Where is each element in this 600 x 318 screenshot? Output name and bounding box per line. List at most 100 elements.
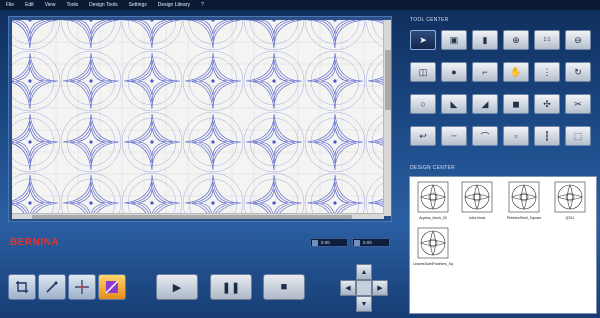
- expand-button[interactable]: ✣: [534, 94, 560, 114]
- design-preview-icon: [459, 179, 495, 215]
- crosshair-button[interactable]: [68, 274, 96, 300]
- play-button[interactable]: ▶: [156, 274, 198, 300]
- zoom-in-icon: ⊕: [512, 34, 520, 45]
- design-center-label: DESIGN CENTER: [410, 165, 456, 171]
- crop-button[interactable]: ⌐: [472, 62, 498, 82]
- design-canvas-frame: [8, 16, 392, 222]
- design-preview-icon: [415, 225, 451, 261]
- resize-icon: ◫: [418, 66, 428, 77]
- crop-icon: [16, 281, 28, 293]
- down-arrow-button[interactable]: ▼: [356, 296, 372, 312]
- design-thumbnail[interactable]: Aryana_block_03: [411, 179, 455, 225]
- brand-logo: BERNINA: [10, 237, 60, 248]
- width-value: 0.00: [321, 240, 330, 245]
- scissors-icon: ✂: [574, 98, 582, 109]
- design-center-panel: Aryana_block_03 Julia block PebblesShell_S…: [409, 176, 597, 314]
- menu-item[interactable]: Edit: [25, 2, 34, 8]
- tool-grid: ➤ ▣ ▮ ⊕ 1:1 ⊖ ◫ ● ⌐ ✋ ⋮ ↻ ○ ◣ ◢ ◼ ✣ ✂ ↩ ┄ ⌒ ▫ ┇ ⬚: [410, 30, 596, 155]
- point-button[interactable]: ●: [441, 62, 467, 82]
- zoom-1to1-icon: 1:1: [543, 37, 551, 43]
- design-preview-icon: [506, 179, 542, 215]
- circle-icon: ○: [420, 99, 426, 109]
- zoom-in-button[interactable]: ⊕: [503, 30, 529, 50]
- ruler-button[interactable]: ┇: [534, 126, 560, 146]
- design-thumbnail[interactable]: PebblesShell_Square: [502, 179, 546, 225]
- group-icon: ▫: [514, 131, 518, 141]
- path-button[interactable]: ⌒: [472, 126, 498, 146]
- color-icon: [105, 280, 119, 294]
- resize-button[interactable]: ◫: [410, 62, 436, 82]
- horizontal-scrollbar[interactable]: [12, 213, 384, 219]
- rotate-button[interactable]: ↻: [565, 62, 591, 82]
- tool-center-label: TOOL CENTER: [410, 17, 449, 23]
- design-thumbnail[interactable]: QS11: [548, 179, 592, 225]
- vertical-scrollbar[interactable]: [383, 20, 391, 216]
- zoom-out-icon: ⊖: [574, 34, 582, 45]
- up-arrow-button[interactable]: ▲: [356, 264, 372, 280]
- left-arrow-button[interactable]: ◀: [340, 280, 356, 296]
- ruler-icon: ┇: [544, 130, 550, 141]
- path-icon: ⌒: [480, 131, 490, 142]
- design-canvas[interactable]: [12, 20, 384, 216]
- hand-pan-icon: ✋: [510, 66, 522, 77]
- shape-icon: ▮: [482, 34, 488, 45]
- vertical-scroll-thumb[interactable]: [385, 50, 391, 110]
- undo-connect-icon: ↩: [419, 130, 427, 141]
- center-button[interactable]: [356, 280, 372, 296]
- design-preview-icon: [552, 179, 588, 215]
- width-readout: 0.00: [310, 238, 348, 247]
- menu-item[interactable]: ?: [201, 2, 204, 8]
- triangle-icon: ◢: [481, 98, 489, 109]
- crop-frame-button[interactable]: ⬚: [565, 126, 591, 146]
- color-button[interactable]: [98, 274, 126, 300]
- menu-item[interactable]: Tools: [66, 2, 78, 8]
- triangle-button[interactable]: ◢: [472, 94, 498, 114]
- design-name: Julia block: [468, 216, 486, 220]
- quilt-pattern: [12, 20, 384, 216]
- design-name: PebblesShell_Square: [506, 216, 542, 220]
- design-name: QS11: [565, 216, 575, 220]
- square-icon: ◼: [512, 98, 520, 109]
- node-edit-button[interactable]: ▣: [441, 30, 467, 50]
- rotate-icon: ↻: [574, 66, 582, 77]
- menu-item[interactable]: View: [45, 2, 56, 8]
- hand-pan-button[interactable]: ✋: [503, 62, 529, 82]
- crop-frame-icon: ⬚: [573, 130, 583, 141]
- design-thumbnail[interactable]: LeavesSwirlFeathers_Sq: [411, 225, 455, 271]
- pause-button[interactable]: ❚❚: [210, 274, 252, 300]
- height-icon: [354, 239, 360, 246]
- width-icon: [312, 239, 318, 246]
- stitch-line-button[interactable]: ┄: [441, 126, 467, 146]
- expand-icon: ✣: [543, 98, 551, 109]
- design-thumbnail[interactable]: Julia block: [455, 179, 499, 225]
- undo-connect-button[interactable]: ↩: [410, 126, 436, 146]
- group-button[interactable]: ▫: [503, 126, 529, 146]
- needle-button[interactable]: [38, 274, 66, 300]
- square-button[interactable]: ◼: [503, 94, 529, 114]
- crop-button[interactable]: [8, 274, 36, 300]
- design-name: Aryana_block_03: [419, 216, 447, 220]
- menu-item[interactable]: Settings: [129, 2, 147, 8]
- horizontal-scroll-thumb[interactable]: [32, 215, 352, 219]
- select-arrow-button[interactable]: ➤: [410, 30, 436, 50]
- menu-item[interactable]: Design Library: [158, 2, 190, 8]
- stop-button[interactable]: ■: [263, 274, 305, 300]
- menu-item[interactable]: Design Tools: [89, 2, 118, 8]
- stitch-line-icon: ┄: [451, 130, 457, 141]
- zoom-out-button[interactable]: ⊖: [565, 30, 591, 50]
- circle-button[interactable]: ○: [410, 94, 436, 114]
- menu-item[interactable]: File: [6, 2, 14, 8]
- align-button[interactable]: ⋮: [534, 62, 560, 82]
- select-arrow-icon: ➤: [419, 34, 427, 45]
- shape-button[interactable]: ▮: [472, 30, 498, 50]
- height-value: 0.00: [363, 240, 372, 245]
- design-preview-icon: [415, 179, 451, 215]
- node-edit-icon: ▣: [449, 34, 459, 45]
- zoom-1to1-button[interactable]: 1:1: [534, 30, 560, 50]
- right-arrow-button[interactable]: ▶: [372, 280, 388, 296]
- crop-icon: ⌐: [482, 67, 488, 77]
- triangle-flag-button[interactable]: ◣: [441, 94, 467, 114]
- triangle-flag-icon: ◣: [450, 98, 458, 109]
- scissors-button[interactable]: ✂: [565, 94, 591, 114]
- point-icon: ●: [451, 67, 457, 77]
